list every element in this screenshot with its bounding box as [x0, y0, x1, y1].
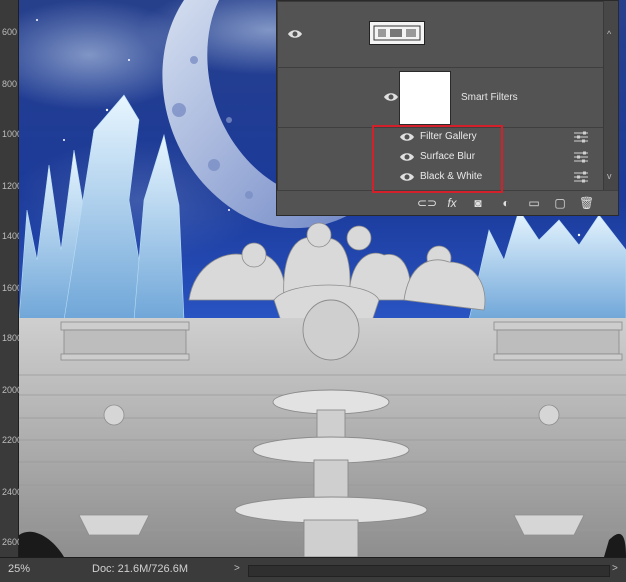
ruler-mark-label: 600	[2, 27, 18, 37]
ruler-mark-2400: 2400	[2, 488, 22, 497]
ruler-mark-600: 600	[2, 27, 18, 37]
ruler-mark-label: 800	[2, 79, 18, 89]
adjustment-icon[interactable]: ◐	[499, 196, 513, 210]
smart-filters-row[interactable]: Smart Filters	[277, 67, 603, 128]
document-size[interactable]: Doc: 21.6M/726.6M	[92, 563, 188, 575]
ruler-mark-1800: 1800	[2, 334, 22, 343]
vertical-ruler[interactable]: 600 800 1000 1200 1400 1600 1800 2000 22…	[0, 0, 22, 557]
smart-object-layer-row[interactable]	[277, 1, 603, 68]
eye-icon[interactable]	[287, 28, 303, 40]
layers-scrollbar[interactable]: ^ v	[603, 1, 618, 190]
highlight-box	[372, 125, 503, 193]
ruler-mark-2200: 2200	[2, 436, 22, 445]
status-bar: 25% Doc: 21.6M/726.6M > >	[0, 557, 626, 582]
layers-panel-footer: ⊂⊃ fx ◙ ◐ ▭ ▢ 🗑	[277, 190, 618, 215]
zoom-level[interactable]: 25%	[8, 563, 30, 575]
smart-filter-mask-thumbnail[interactable]	[399, 71, 451, 125]
folder-icon[interactable]: ▭	[527, 196, 541, 210]
balustrade-left	[60, 321, 190, 361]
layer-thumbnail[interactable]	[369, 21, 425, 45]
filter-options-icon[interactable]	[573, 151, 589, 163]
mask-icon[interactable]: ◙	[471, 196, 485, 210]
smart-filters-label: Smart Filters	[461, 92, 518, 103]
ruler-mark-1200: 1200	[2, 182, 22, 191]
filter-options-icon[interactable]	[573, 171, 589, 183]
ruler-mark-800: 800	[2, 79, 18, 89]
ruler-mark-2600: 2600	[2, 538, 22, 547]
ruler-mark-1600: 1600	[2, 284, 22, 293]
scroll-right-icon[interactable]: >	[612, 563, 618, 574]
trash-icon[interactable]: 🗑	[579, 196, 594, 210]
smart-object-thumbnail-icon	[373, 25, 421, 41]
new-layer-icon[interactable]: ▢	[553, 196, 567, 210]
link-icon[interactable]: ⊂⊃	[417, 196, 437, 210]
filter-options-icon[interactable]	[573, 131, 589, 143]
ruler-mark-1000: 1000	[2, 130, 22, 139]
status-arrow-icon[interactable]: >	[234, 563, 240, 574]
eye-icon[interactable]	[383, 91, 399, 103]
fx-icon[interactable]: fx	[445, 196, 459, 210]
ruler-mark-2000: 2000	[2, 386, 22, 395]
scroll-down-icon[interactable]: v	[607, 171, 612, 181]
horizontal-scrollbar[interactable]	[248, 565, 610, 577]
scroll-up-icon[interactable]: ^	[607, 29, 611, 39]
balustrade-right	[493, 321, 623, 361]
ruler-mark-1400: 1400	[2, 232, 22, 241]
